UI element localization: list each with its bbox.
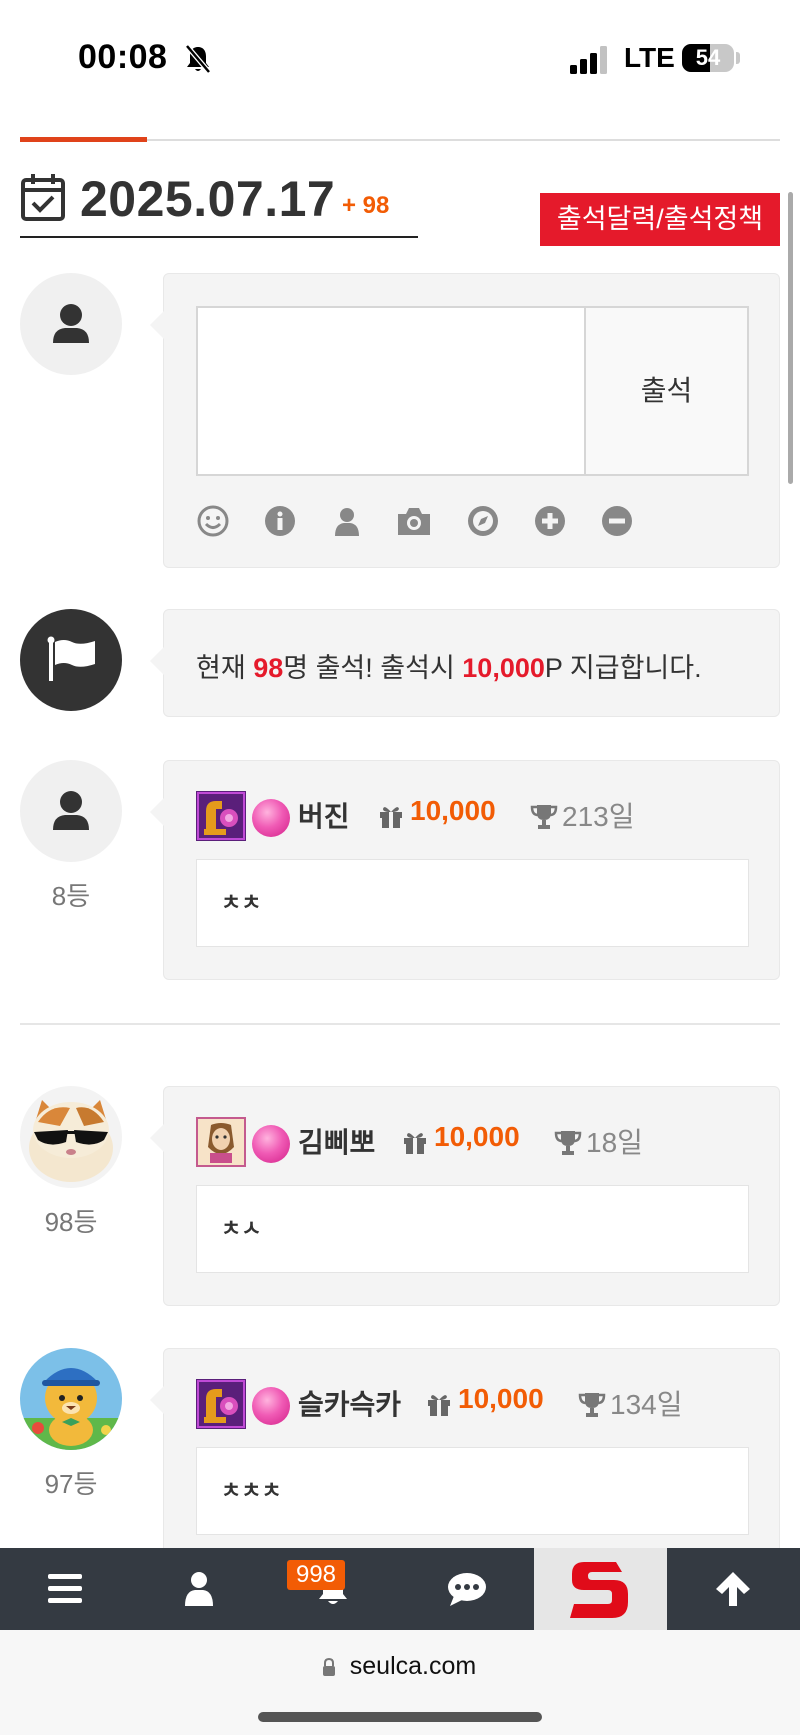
avatar[interactable] <box>20 760 122 862</box>
trophy-icon <box>530 805 558 829</box>
notice-suffix: P 지급합니다. <box>544 653 702 683</box>
attend-button[interactable]: 출석 <box>584 306 749 476</box>
minus-circle-icon[interactable] <box>600 504 634 538</box>
user-icon <box>185 1572 213 1606</box>
reward-points: 10,000 <box>458 1383 544 1414</box>
battery-level: 54 <box>695 45 721 70</box>
scrollbar-thumb[interactable] <box>788 192 793 484</box>
plus-circle-icon[interactable] <box>533 504 567 538</box>
comment-text: ㅊㅅ <box>196 1185 749 1273</box>
battery-cap <box>736 52 740 64</box>
tiger-cartoon-avatar-icon <box>20 1368 122 1450</box>
nav-menu-button[interactable] <box>0 1548 133 1630</box>
notice-prefix: 현재 <box>196 653 254 683</box>
rank-label: 98등 <box>44 1207 98 1237</box>
user-icon <box>53 304 89 343</box>
status-bar: 00:08 LTE 54 <box>0 0 800 120</box>
user-icon <box>53 791 89 830</box>
grade-ball-icon <box>252 1125 290 1163</box>
avatar <box>20 273 122 375</box>
notice-count: 98 <box>253 653 284 683</box>
smile-icon[interactable] <box>196 504 230 538</box>
divider <box>20 1023 780 1025</box>
url-text[interactable]: seulca.com <box>0 1652 800 1681</box>
card-pointer <box>150 1386 164 1414</box>
comment-text: ㅊㅊㅊ <box>196 1447 749 1535</box>
info-icon[interactable] <box>263 504 297 538</box>
trophy-icon <box>554 1131 582 1155</box>
rank-label: 97등 <box>44 1469 98 1499</box>
avatar[interactable] <box>20 1086 122 1188</box>
card-pointer <box>150 311 164 339</box>
tab-active-indicator[interactable] <box>20 137 147 142</box>
grade-ball-icon <box>252 1387 290 1425</box>
signal-icon <box>570 46 607 74</box>
nickname[interactable]: 김삐뽀 <box>298 1121 375 1161</box>
url-label: seulca.com <box>349 1652 477 1680</box>
level-icon <box>196 1117 246 1167</box>
reward-points: 10,000 <box>434 1121 520 1152</box>
nav-site-logo-button[interactable] <box>534 1548 667 1630</box>
nav-user-button[interactable] <box>133 1548 266 1630</box>
bell-off-icon <box>185 44 211 74</box>
card-pointer <box>150 798 164 826</box>
home-indicator[interactable] <box>258 1712 542 1722</box>
network-label: LTE <box>624 42 675 73</box>
level-icon <box>196 791 246 841</box>
flag-icon <box>47 636 95 681</box>
gift-icon <box>404 1133 426 1154</box>
notice-points: 10,000 <box>462 653 545 683</box>
gift-icon <box>380 807 402 828</box>
grade-ball-icon <box>252 799 290 837</box>
camera-icon[interactable] <box>395 504 433 538</box>
notification-badge: 998 <box>287 1560 345 1590</box>
battery-icon: 54 <box>682 44 734 72</box>
compose-card: 출석 <box>150 273 780 568</box>
attendance-days: 18일 <box>586 1127 643 1158</box>
bottom-nav <box>0 1548 800 1630</box>
menu-icon <box>48 1574 82 1603</box>
card-pointer <box>150 647 164 675</box>
avatar <box>20 609 122 711</box>
site-logo <box>570 1562 628 1618</box>
compass-icon[interactable] <box>466 504 500 538</box>
nickname[interactable]: 버진 <box>298 795 350 835</box>
nav-chat-button[interactable] <box>400 1548 533 1630</box>
page-title: 2025.07.17 <box>80 171 336 227</box>
user-icon[interactable] <box>330 504 364 538</box>
trophy-icon <box>578 1393 606 1417</box>
comment-input[interactable] <box>196 306 586 476</box>
level-icon <box>196 1379 246 1429</box>
attendance-count: + 98 <box>342 192 390 219</box>
notice-card: 현재 98명 출석! 출석시 10,000P 지급합니다. <box>150 609 780 717</box>
comment-text: ㅊㅊ <box>196 859 749 947</box>
rank-label: 8등 <box>51 881 91 911</box>
nav-scroll-top-button[interactable] <box>667 1548 800 1630</box>
list-item: 슬카슥카 10,000 134일 ㅊㅊㅊ <box>150 1348 780 1578</box>
browser-url-bar[interactable]: seulca.com <box>0 1630 800 1735</box>
list-item: 김삐뽀 10,000 18일 ㅊㅅ <box>150 1086 780 1306</box>
attendance-policy-button[interactable]: 출석달력/출석정책 <box>540 193 780 246</box>
status-time: 00:08 <box>78 38 168 76</box>
cat-sunglasses-avatar-icon <box>29 1100 113 1182</box>
card-pointer <box>150 1124 164 1152</box>
attendance-notice: 현재 98명 출석! 출석시 10,000P 지급합니다. <box>196 646 702 685</box>
arrow-up-icon <box>716 1572 750 1606</box>
attendance-days: 134일 <box>610 1389 683 1420</box>
list-item: 버진 10,000 213일 ㅊㅊ <box>150 760 780 980</box>
gift-icon <box>428 1395 450 1416</box>
date-header: 2025.07.17 + 98 <box>20 168 418 238</box>
notice-mid: 명 출석! 출석시 <box>283 653 463 683</box>
reward-points: 10,000 <box>410 795 496 826</box>
nickname[interactable]: 슬카슥카 <box>298 1383 401 1423</box>
avatar[interactable] <box>20 1348 122 1450</box>
attendance-days: 213일 <box>562 801 635 832</box>
chat-icon <box>448 1573 486 1606</box>
calendar-check-icon <box>21 174 65 221</box>
